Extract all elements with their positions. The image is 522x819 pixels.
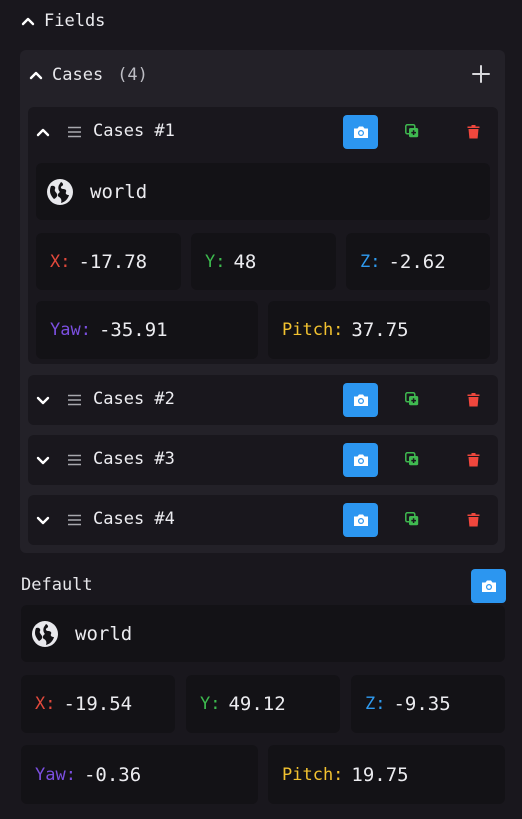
capture-default-button[interactable] [471, 569, 506, 603]
case-header[interactable]: Cases #4 [28, 495, 498, 545]
case-card-3: Cases #3 [28, 435, 498, 485]
yaw-value: -35.91 [98, 319, 168, 341]
yaw-value: -0.36 [83, 763, 142, 786]
x-value: -17.78 [78, 250, 148, 273]
capture-position-button[interactable] [343, 503, 378, 537]
drag-handle-icon[interactable] [67, 126, 82, 138]
case-card-4: Cases #4 [28, 495, 498, 545]
chevron-down-icon[interactable] [35, 392, 51, 408]
case-title: Cases #3 [93, 449, 175, 469]
drag-handle-icon[interactable] [67, 514, 82, 526]
default-yaw-field[interactable]: Yaw: -0.36 [21, 745, 258, 804]
drag-handle-icon[interactable] [67, 454, 82, 466]
cases-header[interactable]: Cases (4) [28, 62, 148, 88]
trash-icon[interactable] [467, 512, 480, 527]
pitch-value: 19.75 [351, 763, 409, 786]
duplicate-icon[interactable] [405, 392, 419, 406]
case-header[interactable]: Cases #3 [28, 435, 498, 485]
trash-icon[interactable] [467, 392, 480, 407]
case-card-1: Cases #1 world X: -17.78 Y: 48 Z: -2.62 … [28, 107, 498, 364]
z-value: -9.35 [393, 693, 451, 715]
camera-icon [353, 394, 368, 406]
pitch-label: Pitch: [282, 764, 344, 785]
fields-title: Fields [44, 11, 106, 31]
capture-position-button[interactable] [343, 443, 378, 477]
globe-icon [47, 178, 73, 205]
chevron-up-icon[interactable] [28, 67, 44, 83]
duplicate-icon[interactable] [405, 512, 419, 526]
cases-count: (4) [117, 65, 148, 85]
globe-icon [32, 620, 58, 647]
case-header[interactable]: Cases #1 [28, 107, 498, 157]
z-label: Z: [365, 694, 386, 714]
fields-section-header[interactable]: Fields [20, 8, 105, 34]
default-title: Default [21, 575, 93, 595]
chevron-up-icon[interactable] [20, 13, 36, 29]
chevron-down-icon[interactable] [35, 512, 51, 528]
y-label: Y: [205, 251, 226, 272]
case-title: Cases #1 [93, 121, 175, 141]
world-value: world [90, 180, 148, 203]
z-field[interactable]: Z: -2.62 [346, 233, 490, 290]
trash-icon[interactable] [467, 124, 480, 139]
yaw-label: Yaw: [35, 764, 76, 785]
yaw-field[interactable]: Yaw: -35.91 [36, 301, 258, 359]
world-value: world [75, 622, 133, 645]
fields-panel: Fields Cases (4) Cases #1 world X: -17.7… [0, 0, 522, 819]
y-label: Y: [200, 694, 221, 714]
z-value: -2.62 [388, 250, 446, 273]
camera-icon [353, 126, 368, 138]
yaw-label: Yaw: [50, 320, 91, 340]
capture-position-button[interactable] [343, 383, 378, 417]
world-field[interactable]: world [36, 163, 490, 220]
capture-position-button[interactable] [343, 115, 378, 149]
case-title: Cases #2 [93, 389, 175, 409]
plus-icon [472, 65, 490, 83]
duplicate-icon[interactable] [405, 452, 419, 466]
default-z-field[interactable]: Z: -9.35 [351, 675, 505, 733]
camera-icon [353, 514, 368, 526]
default-x-field[interactable]: X: -19.54 [21, 675, 175, 733]
z-label: Z: [360, 251, 381, 272]
pitch-value: 37.75 [351, 319, 409, 341]
cases-title: Cases [52, 65, 104, 85]
cases-panel: Cases (4) Cases #1 world X: -17.78 Y: 48… [20, 50, 505, 553]
pitch-field[interactable]: Pitch: 37.75 [268, 301, 490, 359]
drag-handle-icon[interactable] [67, 394, 82, 406]
y-field[interactable]: Y: 48 [191, 233, 336, 290]
default-world-field[interactable]: world [21, 605, 505, 662]
x-field[interactable]: X: -17.78 [36, 233, 181, 290]
case-card-2: Cases #2 [28, 375, 498, 425]
x-label: X: [50, 251, 71, 272]
case-header[interactable]: Cases #2 [28, 375, 498, 425]
duplicate-icon[interactable] [405, 124, 419, 138]
default-pitch-field[interactable]: Pitch: 19.75 [268, 745, 505, 804]
trash-icon[interactable] [467, 452, 480, 467]
add-case-button[interactable] [471, 64, 491, 84]
chevron-up-icon[interactable] [35, 124, 51, 140]
camera-icon [481, 580, 496, 592]
default-y-field[interactable]: Y: 49.12 [186, 675, 340, 733]
y-value: 48 [233, 250, 257, 273]
case-title: Cases #4 [93, 509, 175, 529]
chevron-down-icon[interactable] [35, 452, 51, 468]
x-label: X: [35, 694, 56, 714]
camera-icon [353, 454, 368, 466]
pitch-label: Pitch: [282, 320, 344, 340]
y-value: 49.12 [228, 693, 286, 715]
x-value: -19.54 [63, 693, 133, 715]
